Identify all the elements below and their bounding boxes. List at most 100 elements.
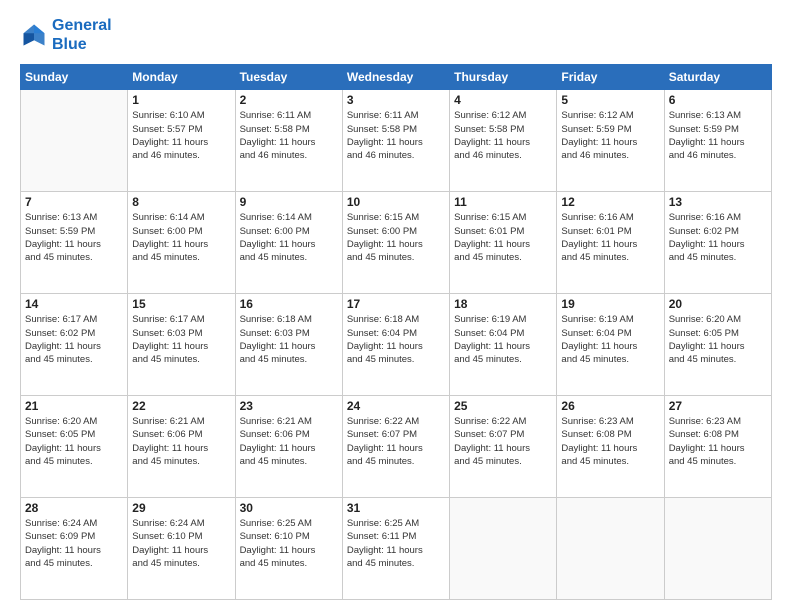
calendar-cell: 23 Sunrise: 6:21 AM Sunset: 6:06 PM Dayli… — [235, 396, 342, 498]
day-number: 31 — [347, 501, 445, 515]
calendar-cell: 19 Sunrise: 6:19 AM Sunset: 6:04 PM Dayli… — [557, 294, 664, 396]
day-number: 15 — [132, 297, 230, 311]
day-number: 4 — [454, 93, 552, 107]
day-number: 14 — [25, 297, 123, 311]
calendar-cell: 30 Sunrise: 6:25 AM Sunset: 6:10 PM Dayli… — [235, 498, 342, 600]
day-number: 3 — [347, 93, 445, 107]
day-number: 7 — [25, 195, 123, 209]
day-number: 9 — [240, 195, 338, 209]
calendar-cell: 12 Sunrise: 6:16 AM Sunset: 6:01 PM Dayli… — [557, 192, 664, 294]
header: General Blue — [20, 16, 772, 54]
calendar-cell: 31 Sunrise: 6:25 AM Sunset: 6:11 PM Dayli… — [342, 498, 449, 600]
calendar-cell: 21 Sunrise: 6:20 AM Sunset: 6:05 PM Dayli… — [21, 396, 128, 498]
day-info: Sunrise: 6:22 AM Sunset: 6:07 PM Dayligh… — [347, 415, 445, 468]
calendar-week-4: 28 Sunrise: 6:24 AM Sunset: 6:09 PM Dayli… — [21, 498, 772, 600]
calendar-cell: 26 Sunrise: 6:23 AM Sunset: 6:08 PM Dayli… — [557, 396, 664, 498]
day-info: Sunrise: 6:25 AM Sunset: 6:11 PM Dayligh… — [347, 517, 445, 570]
day-info: Sunrise: 6:23 AM Sunset: 6:08 PM Dayligh… — [561, 415, 659, 468]
calendar-cell: 13Sunrise: 6:16 AM Sunset: 6:02 PM Dayli… — [664, 192, 771, 294]
day-number: 26 — [561, 399, 659, 413]
day-info: Sunrise: 6:19 AM Sunset: 6:04 PM Dayligh… — [454, 313, 552, 366]
day-info: Sunrise: 6:13 AM Sunset: 5:59 PM Dayligh… — [669, 109, 767, 162]
calendar-cell: 22 Sunrise: 6:21 AM Sunset: 6:06 PM Dayli… — [128, 396, 235, 498]
calendar-dow-sunday: Sunday — [21, 65, 128, 90]
calendar-cell — [557, 498, 664, 600]
calendar-dow-friday: Friday — [557, 65, 664, 90]
day-number: 1 — [132, 93, 230, 107]
day-info: Sunrise: 6:21 AM Sunset: 6:06 PM Dayligh… — [240, 415, 338, 468]
day-info: Sunrise: 6:20 AM Sunset: 6:05 PM Dayligh… — [669, 313, 767, 366]
calendar-cell: 18Sunrise: 6:19 AM Sunset: 6:04 PM Dayli… — [450, 294, 557, 396]
day-info: Sunrise: 6:16 AM Sunset: 6:01 PM Dayligh… — [561, 211, 659, 264]
day-number: 16 — [240, 297, 338, 311]
calendar-cell: 8 Sunrise: 6:14 AM Sunset: 6:00 PM Daylig… — [128, 192, 235, 294]
day-info: Sunrise: 6:12 AM Sunset: 5:59 PM Dayligh… — [561, 109, 659, 162]
day-number: 30 — [240, 501, 338, 515]
day-info: Sunrise: 6:17 AM Sunset: 6:03 PM Dayligh… — [132, 313, 230, 366]
day-info: Sunrise: 6:14 AM Sunset: 6:00 PM Dayligh… — [240, 211, 338, 264]
calendar-cell: 20 Sunrise: 6:20 AM Sunset: 6:05 PM Dayli… — [664, 294, 771, 396]
calendar-cell — [664, 498, 771, 600]
day-number: 22 — [132, 399, 230, 413]
calendar-cell: 27 Sunrise: 6:23 AM Sunset: 6:08 PM Dayli… — [664, 396, 771, 498]
day-info: Sunrise: 6:18 AM Sunset: 6:03 PM Dayligh… — [240, 313, 338, 366]
day-number: 25 — [454, 399, 552, 413]
day-info: Sunrise: 6:11 AM Sunset: 5:58 PM Dayligh… — [240, 109, 338, 162]
calendar-dow-tuesday: Tuesday — [235, 65, 342, 90]
day-info: Sunrise: 6:10 AM Sunset: 5:57 PM Dayligh… — [132, 109, 230, 162]
day-number: 28 — [25, 501, 123, 515]
day-number: 19 — [561, 297, 659, 311]
day-info: Sunrise: 6:21 AM Sunset: 6:06 PM Dayligh… — [132, 415, 230, 468]
calendar-cell: 4 Sunrise: 6:12 AM Sunset: 5:58 PM Daylig… — [450, 90, 557, 192]
page: General Blue SundayMondayTuesdayWednesda… — [0, 0, 792, 612]
calendar-week-1: 7 Sunrise: 6:13 AM Sunset: 5:59 PM Daylig… — [21, 192, 772, 294]
calendar-cell: 5Sunrise: 6:12 AM Sunset: 5:59 PM Daylig… — [557, 90, 664, 192]
calendar-cell: 14 Sunrise: 6:17 AM Sunset: 6:02 PM Dayli… — [21, 294, 128, 396]
calendar-cell: 29Sunrise: 6:24 AM Sunset: 6:10 PM Dayli… — [128, 498, 235, 600]
day-info: Sunrise: 6:19 AM Sunset: 6:04 PM Dayligh… — [561, 313, 659, 366]
calendar-cell — [450, 498, 557, 600]
calendar-cell: 2 Sunrise: 6:11 AM Sunset: 5:58 PM Daylig… — [235, 90, 342, 192]
day-info: Sunrise: 6:24 AM Sunset: 6:09 PM Dayligh… — [25, 517, 123, 570]
calendar-cell: 11Sunrise: 6:15 AM Sunset: 6:01 PM Dayli… — [450, 192, 557, 294]
day-info: Sunrise: 6:15 AM Sunset: 6:01 PM Dayligh… — [454, 211, 552, 264]
day-number: 27 — [669, 399, 767, 413]
day-number: 17 — [347, 297, 445, 311]
day-info: Sunrise: 6:23 AM Sunset: 6:08 PM Dayligh… — [669, 415, 767, 468]
calendar-cell: 3Sunrise: 6:11 AM Sunset: 5:58 PM Daylig… — [342, 90, 449, 192]
calendar-cell: 1 Sunrise: 6:10 AM Sunset: 5:57 PM Daylig… — [128, 90, 235, 192]
calendar-cell: 17 Sunrise: 6:18 AM Sunset: 6:04 PM Dayli… — [342, 294, 449, 396]
day-info: Sunrise: 6:16 AM Sunset: 6:02 PM Dayligh… — [669, 211, 767, 264]
logo: General Blue — [20, 16, 112, 54]
day-info: Sunrise: 6:14 AM Sunset: 6:00 PM Dayligh… — [132, 211, 230, 264]
calendar-cell: 6 Sunrise: 6:13 AM Sunset: 5:59 PM Daylig… — [664, 90, 771, 192]
day-number: 6 — [669, 93, 767, 107]
calendar-week-0: 1 Sunrise: 6:10 AM Sunset: 5:57 PM Daylig… — [21, 90, 772, 192]
day-number: 23 — [240, 399, 338, 413]
logo-text: General Blue — [52, 16, 112, 54]
day-info: Sunrise: 6:18 AM Sunset: 6:04 PM Dayligh… — [347, 313, 445, 366]
calendar-cell: 24Sunrise: 6:22 AM Sunset: 6:07 PM Dayli… — [342, 396, 449, 498]
day-number: 29 — [132, 501, 230, 515]
day-info: Sunrise: 6:22 AM Sunset: 6:07 PM Dayligh… — [454, 415, 552, 468]
calendar-dow-monday: Monday — [128, 65, 235, 90]
calendar-cell: 16 Sunrise: 6:18 AM Sunset: 6:03 PM Dayli… — [235, 294, 342, 396]
calendar-cell: 10Sunrise: 6:15 AM Sunset: 6:00 PM Dayli… — [342, 192, 449, 294]
day-info: Sunrise: 6:25 AM Sunset: 6:10 PM Dayligh… — [240, 517, 338, 570]
day-number: 20 — [669, 297, 767, 311]
calendar-week-3: 21 Sunrise: 6:20 AM Sunset: 6:05 PM Dayli… — [21, 396, 772, 498]
day-info: Sunrise: 6:20 AM Sunset: 6:05 PM Dayligh… — [25, 415, 123, 468]
calendar-dow-saturday: Saturday — [664, 65, 771, 90]
day-number: 21 — [25, 399, 123, 413]
day-number: 8 — [132, 195, 230, 209]
day-number: 12 — [561, 195, 659, 209]
calendar-cell: 15 Sunrise: 6:17 AM Sunset: 6:03 PM Dayli… — [128, 294, 235, 396]
calendar-dow-wednesday: Wednesday — [342, 65, 449, 90]
calendar-cell — [21, 90, 128, 192]
calendar-cell: 7 Sunrise: 6:13 AM Sunset: 5:59 PM Daylig… — [21, 192, 128, 294]
day-info: Sunrise: 6:13 AM Sunset: 5:59 PM Dayligh… — [25, 211, 123, 264]
day-info: Sunrise: 6:12 AM Sunset: 5:58 PM Dayligh… — [454, 109, 552, 162]
day-number: 2 — [240, 93, 338, 107]
day-info: Sunrise: 6:17 AM Sunset: 6:02 PM Dayligh… — [25, 313, 123, 366]
calendar-header-row: SundayMondayTuesdayWednesdayThursdayFrid… — [21, 65, 772, 90]
